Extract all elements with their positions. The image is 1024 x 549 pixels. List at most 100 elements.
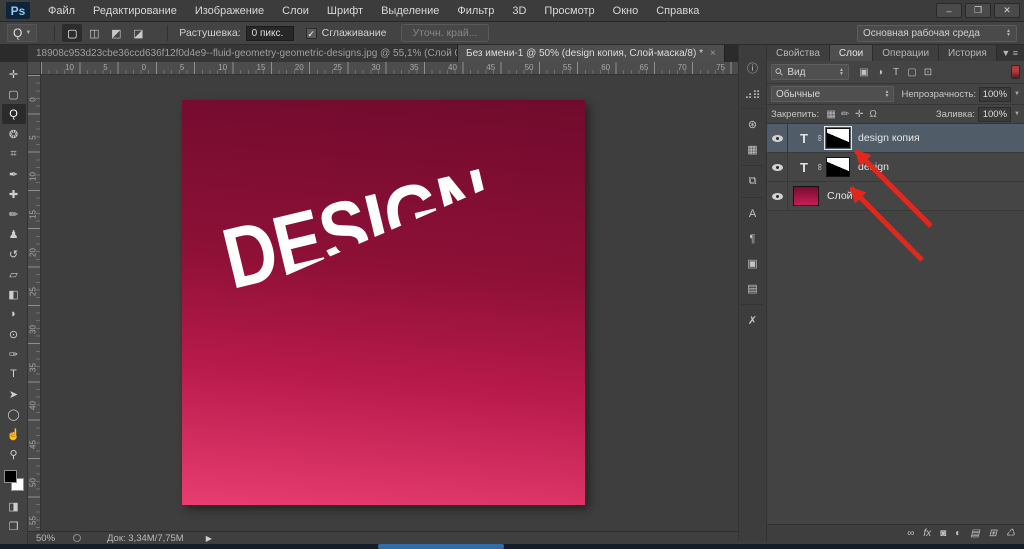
document-canvas[interactable]: DESIGN (182, 100, 585, 505)
color-swatches[interactable] (1, 468, 27, 496)
close-button[interactable]: ✕ (994, 3, 1020, 18)
notes-icon[interactable]: ▤ (738, 276, 767, 301)
layer-mask-thumbnail[interactable] (826, 128, 850, 148)
panel-tab-item[interactable]: Свойства (767, 45, 830, 61)
menu-item[interactable]: Просмотр (535, 5, 603, 17)
minimize-button[interactable]: – (936, 3, 962, 18)
brush-tool[interactable]: ✏ (2, 204, 26, 224)
antialias-checkbox[interactable]: ✓ (306, 28, 317, 39)
menu-item[interactable]: Слои (273, 5, 318, 17)
menu-item[interactable]: Выделение (372, 5, 448, 17)
character-icon[interactable]: А (738, 201, 767, 226)
opacity-value[interactable]: 100% (979, 87, 1011, 102)
text-layer-thumbnail[interactable]: T (793, 128, 815, 148)
gradient-tool[interactable]: ◧ (2, 284, 26, 304)
filter-kind-dropdown[interactable]: ⚲ Вид ▲▼ (771, 64, 849, 80)
blur-tool[interactable]: ◗ (2, 304, 26, 324)
feather-input[interactable]: 0 пикс. (246, 26, 294, 41)
screen-mode-button[interactable]: ❐ (2, 516, 26, 536)
new-group-icon[interactable]: ▤ (970, 528, 979, 539)
swatches-icon[interactable]: ▦ (738, 137, 767, 162)
marquee-tool[interactable]: ▢ (2, 84, 26, 104)
menu-item[interactable]: Фильтр (448, 5, 503, 17)
histogram-icon[interactable]: ⣠⣶ (738, 80, 767, 105)
menu-item[interactable]: Изображение (186, 5, 273, 17)
visibility-cell[interactable] (767, 153, 788, 181)
new-layer-icon[interactable]: ⊞ (989, 528, 997, 539)
type-tool[interactable]: T (2, 364, 26, 384)
document-tab[interactable]: 18908c953d23cbe36ccd636f12f0d4e9--fluid-… (28, 45, 458, 62)
filter-pixel-layers-icon[interactable]: ▣ (856, 67, 872, 78)
lock-all-icon[interactable]: Ω (866, 109, 880, 120)
visibility-cell[interactable] (767, 182, 788, 210)
lock-pixels-icon[interactable]: ✏ (838, 109, 852, 120)
zoom-level-field[interactable]: 50% (32, 533, 59, 544)
menu-item[interactable]: Файл (39, 5, 84, 17)
visibility-cell[interactable] (767, 124, 788, 152)
layer-row[interactable]: T∞design копия (767, 124, 1024, 153)
lock-transparency-icon[interactable]: ▦ (824, 109, 838, 120)
add-selection[interactable]: ◫ (84, 24, 104, 42)
tool-presets-icon[interactable]: ✗ (738, 308, 767, 333)
dodge-tool[interactable]: ⊙ (2, 324, 26, 344)
text-layer-thumbnail[interactable]: T (793, 157, 815, 177)
pen-tool[interactable]: ✑ (2, 344, 26, 364)
link-layers-icon[interactable]: ∞ (907, 528, 914, 539)
quick-mask-button[interactable]: ◨ (2, 496, 26, 516)
shape-tool[interactable]: ◯ (2, 404, 26, 424)
filter-shape-layers-icon[interactable]: ▢ (904, 67, 920, 78)
menu-item[interactable]: Окно (604, 5, 648, 17)
filter-toggle-switch[interactable] (1011, 65, 1020, 79)
adjustment-layer-icon[interactable]: ◐ (955, 528, 961, 539)
new-selection[interactable]: ▢ (62, 24, 82, 42)
menu-item[interactable]: Справка (647, 5, 708, 17)
layer-thumbnail[interactable] (793, 186, 819, 206)
close-tab-icon[interactable]: × (710, 48, 716, 59)
menu-item[interactable]: 3D (503, 5, 535, 17)
panel-tab-item[interactable]: История (939, 45, 997, 61)
clone-source-icon[interactable]: ⧉ (738, 169, 767, 194)
tool-preset-picker[interactable]: Ǫ ▼ (7, 24, 37, 42)
panel-tab-item[interactable]: Операции (873, 45, 939, 61)
restore-button[interactable]: ❐ (965, 3, 991, 18)
foreground-color-swatch[interactable] (4, 470, 17, 483)
canvas-area[interactable]: 10505101520253035404550556065707580 0510… (28, 62, 738, 531)
info-icon[interactable]: ⓘ (738, 55, 767, 80)
color-icon[interactable]: ⊛ (738, 112, 767, 137)
menu-item[interactable]: Шрифт (318, 5, 372, 17)
status-menu-arrow-icon[interactable]: ▶ (206, 534, 212, 543)
layer-comps-icon[interactable]: ▣ (738, 251, 767, 276)
layer-row[interactable]: T∞design (767, 153, 1024, 182)
chevron-down-icon[interactable]: ▼ (1014, 91, 1020, 97)
layer-row[interactable]: Слой 0 (767, 182, 1024, 211)
intersect-selection[interactable]: ◪ (128, 24, 148, 42)
history-brush-tool[interactable]: ↺ (2, 244, 26, 264)
panel-menu-icon[interactable]: ▼ ≡ (1001, 45, 1024, 61)
clone-stamp-tool[interactable]: ♟ (2, 224, 26, 244)
blend-mode-dropdown[interactable]: Обычные ▲▼ (771, 86, 894, 102)
hand-tool[interactable]: ☝ (2, 424, 26, 444)
move-tool[interactable]: ✛ (2, 64, 26, 84)
add-layer-mask-icon[interactable]: ◙ (940, 528, 946, 539)
paragraph-icon[interactable]: ¶ (738, 226, 767, 251)
workspace-selector[interactable]: Основная рабочая среда ▲▼ (857, 25, 1017, 42)
subtract-selection[interactable]: ◩ (106, 24, 126, 42)
crop-tool[interactable]: ⌗ (2, 144, 26, 164)
panel-tab-active[interactable]: Слои (830, 45, 873, 61)
menu-item[interactable]: Редактирование (84, 5, 186, 17)
filter-smart-objects-icon[interactable]: ⊡ (920, 67, 936, 78)
chevron-down-icon[interactable]: ▼ (1014, 111, 1020, 117)
refine-edge-button[interactable]: Уточн. край... (401, 24, 490, 42)
zoom-tool[interactable]: ⚲ (2, 444, 26, 464)
lasso-tool[interactable]: Ǫ (2, 104, 26, 124)
lock-position-icon[interactable]: ✛ (852, 109, 866, 120)
layer-mask-thumbnail[interactable] (826, 157, 850, 177)
quick-selection-tool[interactable]: ❂ (2, 124, 26, 144)
delete-layer-icon[interactable]: ♺ (1006, 528, 1015, 539)
filter-type-layers-icon[interactable]: T (888, 67, 904, 78)
healing-brush-tool[interactable]: ✚ (2, 184, 26, 204)
layer-effects-icon[interactable]: fx (923, 528, 931, 539)
eyedropper-tool[interactable]: ✒ (2, 164, 26, 184)
eraser-tool[interactable]: ▱ (2, 264, 26, 284)
path-selection-tool[interactable]: ➤ (2, 384, 26, 404)
